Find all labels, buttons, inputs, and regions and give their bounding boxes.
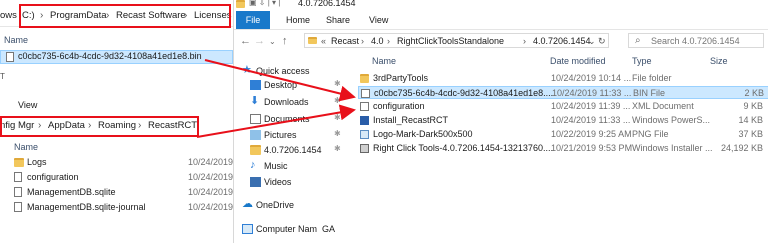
annotation-arrows [196,59,356,138]
arrow-bin-file [204,59,356,102]
arrow-configuration [196,104,356,138]
